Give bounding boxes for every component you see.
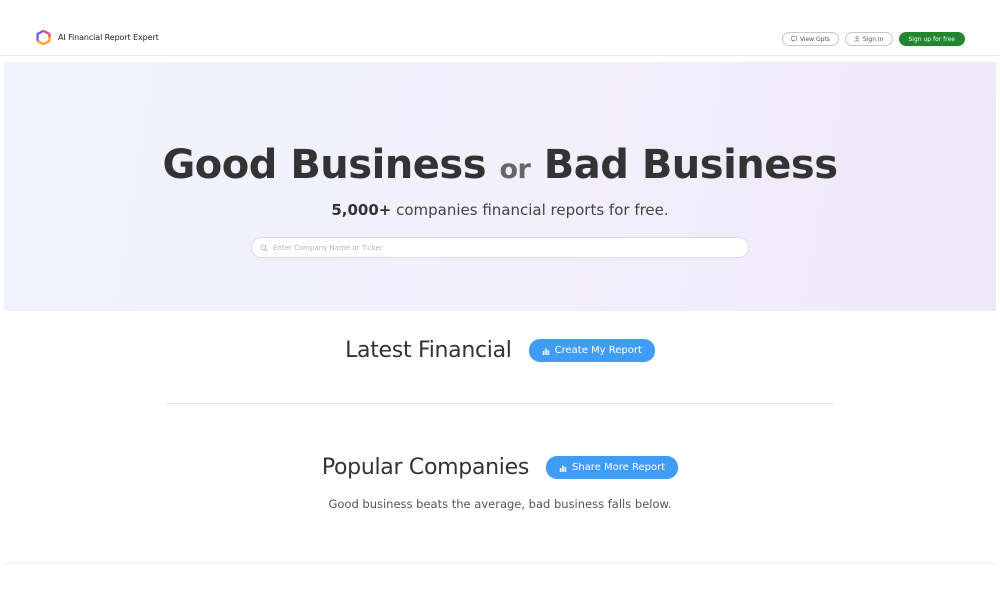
brand[interactable]: AI Financial Report Expert: [36, 30, 159, 45]
hero-subtitle: 5,000+ companies financial reports for f…: [0, 201, 1000, 219]
sign-up-label: Sign up for free: [908, 35, 956, 43]
bar-chart-icon: [542, 348, 549, 355]
user-icon: [854, 36, 860, 42]
bottom-divider: [4, 563, 996, 564]
view-gpts-button[interactable]: View Gpts: [781, 32, 839, 46]
chat-bubble-icon: [791, 36, 797, 42]
hero-title-left: Good Business: [162, 142, 487, 188]
latest-financial-title: Latest Financial: [345, 338, 512, 363]
hero-title-right: Bad Business: [543, 142, 838, 188]
company-search-box[interactable]: [251, 237, 749, 258]
header-nav: View Gpts Sign In Sign up for free: [781, 32, 965, 46]
hero-title: Good Business or Bad Business: [0, 142, 1000, 188]
share-more-report-button[interactable]: Share More Report: [545, 456, 679, 479]
latest-financial-header: Latest Financial Create My Report: [0, 338, 1000, 363]
create-my-report-label: Create My Report: [554, 345, 642, 356]
brand-name: AI Financial Report Expert: [58, 33, 159, 42]
bar-chart-icon: [559, 465, 567, 472]
hero-subtitle-text: companies financial reports for free.: [391, 201, 669, 219]
sign-in-button[interactable]: Sign In: [844, 32, 893, 46]
section-divider: [166, 403, 834, 404]
hexagon-logo-icon: [36, 30, 51, 45]
view-gpts-label: View Gpts: [799, 35, 830, 43]
sign-up-button[interactable]: Sign up for free: [898, 32, 965, 46]
share-more-report-label: Share More Report: [571, 462, 666, 473]
create-my-report-button[interactable]: Create My Report: [528, 339, 655, 362]
top-navbar: AI Financial Report Expert View Gpts Sig…: [0, 0, 1000, 56]
popular-companies-subtitle: Good business beats the average, bad bus…: [328, 497, 672, 511]
sign-in-label: Sign In: [862, 35, 884, 43]
search-icon: [260, 244, 268, 251]
popular-companies-title: Popular Companies: [321, 455, 529, 480]
company-search-input[interactable]: [273, 243, 733, 252]
popular-companies-header: Popular Companies Share More Report: [0, 455, 1000, 480]
hero-subtitle-count: 5,000+: [331, 201, 392, 219]
hero-title-or: or: [499, 154, 531, 185]
